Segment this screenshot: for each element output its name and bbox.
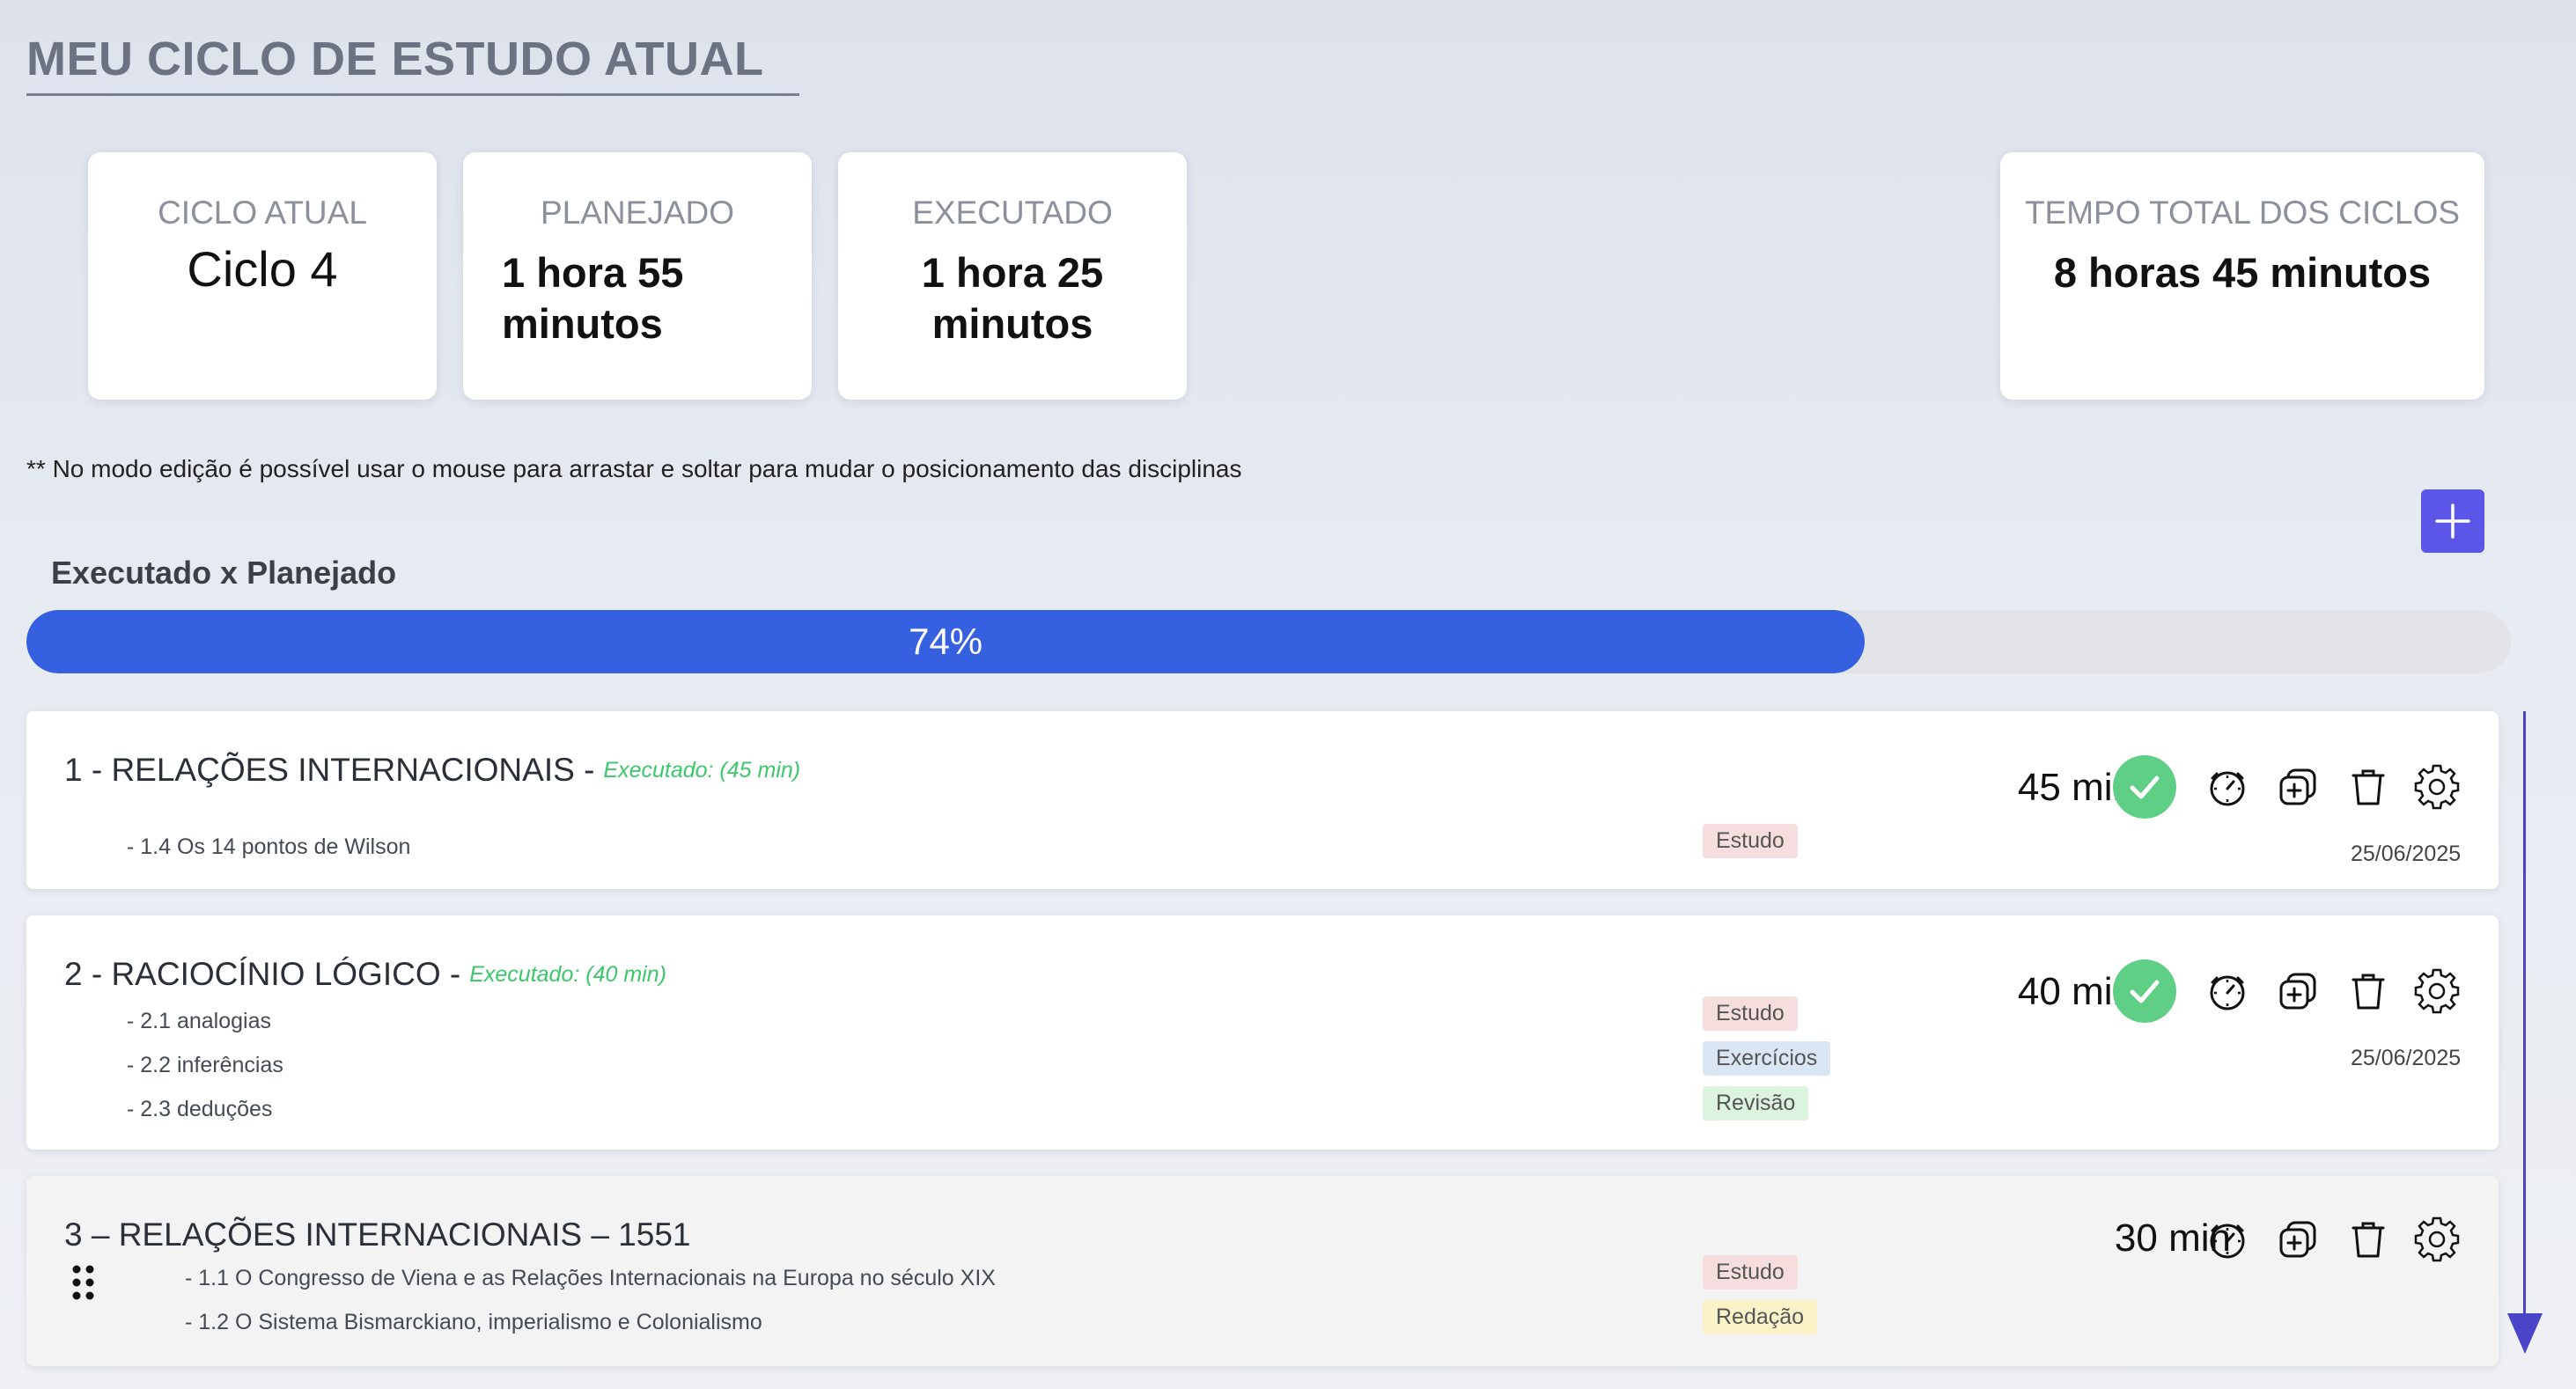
arrow-down-icon bbox=[2507, 1313, 2543, 1354]
topic-item: - 2.3 deduções bbox=[127, 1097, 273, 1121]
topic-item: - 2.1 analogias bbox=[127, 1009, 272, 1033]
date: 25/06/2025 bbox=[2351, 841, 2462, 866]
stat-label: CICLO ATUAL bbox=[158, 195, 367, 231]
duplicate-icon bbox=[2279, 1221, 2316, 1258]
timer-button[interactable] bbox=[2201, 1213, 2254, 1266]
drag-handle-icon bbox=[72, 1265, 94, 1300]
add-subject-button[interactable] bbox=[2421, 489, 2484, 553]
subject-name: 1 - RELAÇÕES INTERNACIONAIS - bbox=[64, 752, 595, 788]
complete-button[interactable] bbox=[2113, 959, 2176, 1023]
subject-name: 2 - RACIOCÍNIO LÓGICO - bbox=[64, 956, 461, 992]
topic-item: - 1.1 O Congresso de Viena e as Relações… bbox=[185, 1266, 996, 1290]
badge-exercicios: Exercícios bbox=[1703, 1041, 1831, 1076]
subject-card[interactable]: 3 – RELAÇÕES INTERNACIONAIS – 1551 - 1.1… bbox=[26, 1176, 2499, 1366]
stat-label: PLANEJADO bbox=[540, 195, 734, 231]
stat-value: 8 horas 45 minutos bbox=[2053, 249, 2432, 296]
stat-value: 1 hora 55 minutos bbox=[502, 249, 684, 347]
subject-name: 3 – RELAÇÕES INTERNACIONAIS – 1551 bbox=[64, 1216, 691, 1253]
badge-revisao: Revisão bbox=[1703, 1086, 1809, 1121]
plus-icon bbox=[2435, 503, 2470, 539]
trash-icon bbox=[2352, 1222, 2385, 1258]
subject-card[interactable]: 2 - RACIOCÍNIO LÓGICO - Executado: (40 mi… bbox=[26, 915, 2499, 1150]
badge-redacao: Redação bbox=[1703, 1300, 1818, 1334]
trash-icon bbox=[2352, 974, 2385, 1010]
duplicate-icon bbox=[2279, 973, 2316, 1010]
stat-label: EXECUTADO bbox=[912, 195, 1113, 231]
duplicate-button[interactable] bbox=[2271, 761, 2324, 813]
drag-handle[interactable] bbox=[70, 1264, 97, 1307]
gear-icon bbox=[2414, 1216, 2460, 1262]
duplicate-icon bbox=[2279, 768, 2316, 805]
stat-card-tempo-total: TEMPO TOTAL DOS CICLOS 8 horas 45 minuto… bbox=[2000, 152, 2484, 400]
subject-title: 1 - RELAÇÕES INTERNACIONAIS - Executado: … bbox=[64, 752, 800, 789]
delete-button[interactable] bbox=[2342, 761, 2395, 813]
title-underline bbox=[26, 93, 799, 96]
gear-icon bbox=[2414, 764, 2460, 810]
timer-button[interactable] bbox=[2201, 965, 2254, 1018]
timer-icon bbox=[2210, 975, 2245, 1011]
page-title: MEU CICLO DE ESTUDO ATUAL bbox=[26, 33, 764, 85]
settings-button[interactable] bbox=[2410, 761, 2463, 813]
progress-fill: 74% bbox=[26, 610, 1866, 673]
delete-button[interactable] bbox=[2342, 1213, 2395, 1266]
subject-card[interactable]: 1 - RELAÇÕES INTERNACIONAIS - Executado: … bbox=[26, 711, 2499, 889]
topic-item: - 1.2 O Sistema Bismarckiano, imperialis… bbox=[185, 1310, 762, 1334]
date: 25/06/2025 bbox=[2351, 1046, 2462, 1070]
trash-icon bbox=[2352, 769, 2385, 805]
settings-button[interactable] bbox=[2410, 965, 2463, 1018]
check-icon bbox=[2130, 775, 2160, 799]
complete-button[interactable] bbox=[2113, 755, 2176, 819]
check-icon bbox=[2130, 980, 2160, 1003]
subject-title: 3 – RELAÇÕES INTERNACIONAIS – 1551 bbox=[64, 1216, 691, 1253]
topic-item: - 1.4 Os 14 pontos de Wilson bbox=[127, 834, 411, 859]
stat-label: TEMPO TOTAL DOS CICLOS bbox=[2024, 195, 2461, 231]
duplicate-button[interactable] bbox=[2271, 1213, 2324, 1266]
settings-button[interactable] bbox=[2410, 1213, 2463, 1266]
stat-value: Ciclo 4 bbox=[187, 241, 338, 297]
timer-icon bbox=[2210, 1224, 2245, 1259]
stat-card-ciclo-atual: CICLO ATUAL Ciclo 4 bbox=[88, 152, 437, 400]
stat-card-planejado: PLANEJADO 1 hora 55 minutos bbox=[463, 152, 812, 400]
progress-label: 74% bbox=[909, 621, 983, 662]
timer-button[interactable] bbox=[2201, 761, 2254, 813]
timer-icon bbox=[2210, 771, 2245, 806]
badge-estudo: Estudo bbox=[1703, 824, 1798, 858]
gear-icon bbox=[2414, 968, 2460, 1014]
executed-note: Executado: (40 min) bbox=[469, 962, 666, 987]
delete-button[interactable] bbox=[2342, 965, 2395, 1018]
badge-estudo: Estudo bbox=[1703, 996, 1798, 1031]
executed-note: Executado: (45 min) bbox=[603, 758, 801, 783]
progress-title: Executado x Planejado bbox=[51, 555, 397, 591]
scroll-indicator bbox=[2523, 711, 2526, 1319]
topic-item: - 2.2 inferências bbox=[127, 1053, 283, 1077]
stat-card-executado: EXECUTADO 1 hora 25 minutos bbox=[838, 152, 1187, 400]
edit-mode-note: ** No modo edição é possível usar o mous… bbox=[26, 455, 1242, 482]
progress-bar: 74% bbox=[26, 610, 2511, 673]
stat-value: 1 hora 25 minutos bbox=[921, 249, 1104, 347]
duplicate-button[interactable] bbox=[2271, 965, 2324, 1018]
subject-title: 2 - RACIOCÍNIO LÓGICO - Executado: (40 mi… bbox=[64, 956, 666, 993]
badge-estudo: Estudo bbox=[1703, 1255, 1798, 1290]
